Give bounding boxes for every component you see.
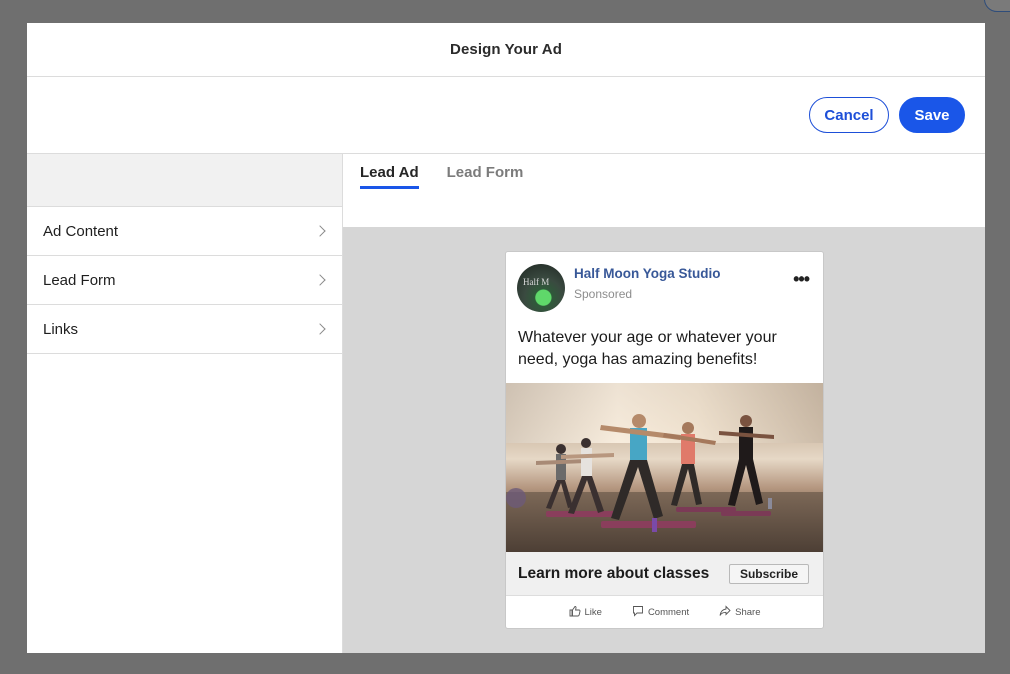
sidebar-item-links[interactable]: Links xyxy=(27,305,342,354)
page-avatar: Half M xyxy=(517,264,565,312)
subscribe-button[interactable]: Subscribe xyxy=(728,563,809,584)
modal-title: Design Your Ad xyxy=(450,41,562,58)
share-label: Share xyxy=(735,607,761,618)
cta-headline: Learn more about classes xyxy=(518,564,710,582)
ad-actions-bar: Like Comment Share xyxy=(506,596,823,628)
ad-preview-area: Half M Half Moon Yoga Studio Sponsored •… xyxy=(343,227,985,653)
modal-header: Design Your Ad xyxy=(27,23,985,77)
sidebar: Ad Content Lead Form Links xyxy=(27,154,343,653)
ad-header: Half M Half Moon Yoga Studio Sponsored •… xyxy=(506,252,823,318)
yoga-people-illustration xyxy=(506,414,774,532)
chevron-right-icon xyxy=(314,323,326,335)
sidebar-header xyxy=(27,154,342,207)
chevron-right-icon xyxy=(314,274,326,286)
tab-lead-form[interactable]: Lead Form xyxy=(447,154,524,181)
ad-image-yoga-class xyxy=(506,383,823,552)
main-panel: Lead Ad Lead Form Half M Half Moon Yoga … xyxy=(343,154,985,653)
sidebar-item-ad-content[interactable]: Ad Content xyxy=(27,207,342,256)
share-action[interactable]: Share xyxy=(719,605,760,620)
like-label: Like xyxy=(584,607,602,618)
sidebar-item-label: Lead Form xyxy=(43,271,116,289)
ad-cta-row: Learn more about classes Subscribe xyxy=(506,552,823,596)
like-action[interactable]: Like xyxy=(569,605,602,620)
design-ad-modal: Design Your Ad Cancel Save Ad Content Le… xyxy=(27,23,985,653)
avatar-logo-text: Half M xyxy=(523,277,550,287)
more-dots-icon[interactable]: ••• xyxy=(793,269,810,290)
sponsored-label: Sponsored xyxy=(574,287,633,301)
chevron-right-icon xyxy=(314,225,326,237)
comment-label: Comment xyxy=(647,607,690,618)
ad-body-text: Whatever your age or whatever your need,… xyxy=(518,329,777,368)
action-bar: Cancel Save xyxy=(27,77,985,154)
backdrop-corner-button xyxy=(984,0,1010,12)
ad-preview-card: Half M Half Moon Yoga Studio Sponsored •… xyxy=(505,251,824,629)
share-icon xyxy=(719,605,731,620)
thumbs-up-icon xyxy=(569,605,581,620)
comment-icon xyxy=(632,605,644,620)
modal-content: Ad Content Lead Form Links Lead Ad Lead … xyxy=(27,154,985,653)
sidebar-item-label: Links xyxy=(43,320,79,338)
tab-bar: Lead Ad Lead Form xyxy=(343,154,985,227)
cancel-button[interactable]: Cancel xyxy=(809,97,889,133)
comment-action[interactable]: Comment xyxy=(632,605,689,620)
sidebar-item-label: Ad Content xyxy=(43,222,119,240)
page-name[interactable]: Half Moon Yoga Studio xyxy=(574,266,721,281)
save-button[interactable]: Save xyxy=(899,97,965,133)
tab-lead-ad[interactable]: Lead Ad xyxy=(360,154,419,189)
sidebar-item-lead-form[interactable]: Lead Form xyxy=(27,256,342,305)
